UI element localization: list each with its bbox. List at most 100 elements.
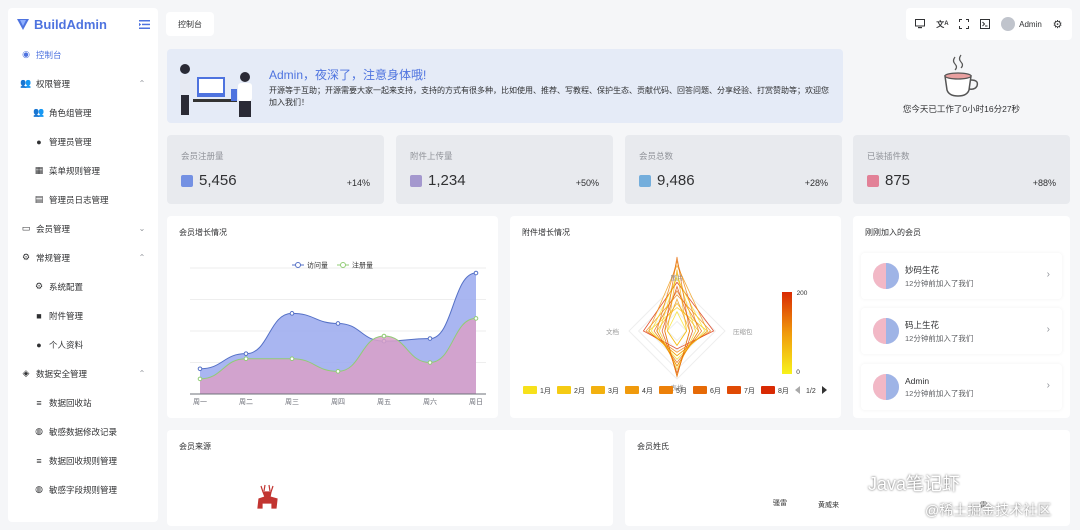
dashboard-icon: ◉	[22, 49, 30, 59]
sidebar-item-label: 会员管理	[36, 223, 71, 234]
user-icon: ●	[36, 339, 42, 350]
legend-marker	[591, 386, 605, 394]
stat-card: 附件上传量 1,234 +50%	[396, 135, 613, 204]
menu-collapse-icon[interactable]	[139, 19, 150, 29]
lock-icon: ◍	[35, 426, 43, 436]
sidebar-item-label: 敏感数据修改记录	[49, 426, 118, 437]
radar-ring	[637, 291, 717, 371]
settings-icon[interactable]: ⚙	[1053, 18, 1063, 31]
gear-icon: ⚙	[34, 281, 44, 291]
member-item[interactable]: 码上生花 12分钟前加入了我们 ›	[861, 308, 1062, 354]
users-icon	[639, 174, 651, 187]
data-point	[335, 369, 341, 374]
legend-next-icon	[822, 386, 827, 394]
grid-icon: ▦	[34, 165, 44, 175]
member-time: 12分钟前加入了我们	[905, 333, 974, 343]
sidebar-item-label: 附件管理	[49, 310, 84, 321]
stat-title: 会员总数	[639, 151, 674, 161]
data-point	[381, 333, 387, 339]
legend-label: 访问量	[307, 261, 328, 270]
group-icon: 👥	[33, 107, 45, 117]
sidebar-item[interactable]: ● 管理员管理	[8, 127, 158, 156]
lock-icon: ◍	[35, 484, 43, 494]
stat-card: 会员注册量 5,456 +14%	[167, 135, 384, 204]
logo[interactable]: BuildAdmin	[8, 8, 158, 40]
sidebar-item-label: 管理员日志管理	[49, 194, 109, 205]
member-time: 12分钟前加入了我们	[905, 388, 974, 398]
legend-label: 3月	[608, 387, 619, 395]
sidebar-item[interactable]: ≡ 数据回收规则管理	[8, 446, 158, 475]
legend-marker	[761, 386, 775, 394]
legend-marker	[557, 386, 571, 394]
monitor-icon[interactable]	[915, 19, 926, 29]
legend-label: 注册量	[352, 261, 373, 270]
sidebar-item-label: 权限管理	[36, 78, 71, 89]
deer-icon	[257, 484, 278, 509]
data-point	[473, 270, 479, 276]
stat-percent: +50%	[575, 178, 599, 188]
stat-percent: +14%	[346, 178, 370, 188]
sidebar: BuildAdmin ◉ 控制台 👥 权限管理 ⌃ 👥 角色组管理 ● 管理员管理 ▦ 菜单规则管理…	[8, 8, 158, 522]
stat-card: 已装插件数 875 +88%	[853, 135, 1070, 204]
username: Admin	[1019, 19, 1042, 29]
member-item[interactable]: Admin 12分钟前加入了我们 ›	[861, 364, 1062, 410]
sidebar-item[interactable]: ◉ 控制台	[8, 40, 158, 69]
sidebar-item-label: 敏感字段规则管理	[49, 484, 118, 495]
sidebar-item-label: 数据回收站	[49, 397, 92, 408]
sidebar-item[interactable]: ■ 附件管理	[8, 301, 158, 330]
member-source-title: 会员来源	[179, 442, 211, 451]
data-point	[243, 351, 249, 356]
plugin-icon	[867, 174, 879, 187]
visual-map-max: 200	[797, 290, 808, 297]
sidebar-item[interactable]: ◍ 敏感字段规则管理	[8, 475, 158, 504]
sidebar-item[interactable]: ▦ 菜单规则管理	[8, 156, 158, 185]
chevron-up-icon: ⌃	[138, 253, 146, 262]
terminal-icon[interactable]	[980, 19, 991, 29]
sidebar-item[interactable]: ▭ 会员管理 ⌄	[8, 214, 158, 243]
legend-marker	[523, 386, 537, 394]
x-tick-label: 周二	[239, 398, 253, 406]
tab-dashboard[interactable]: 控制台	[166, 12, 214, 36]
sidebar-item[interactable]: 👥 权限管理 ⌃	[8, 69, 158, 98]
x-tick-label: 周日	[469, 398, 483, 406]
translate-icon[interactable]: 文A	[936, 19, 948, 30]
legend-label: 8月	[778, 387, 789, 395]
fullscreen-icon[interactable]	[959, 19, 970, 29]
stat-title: 会员注册量	[181, 151, 224, 161]
data-point	[335, 321, 341, 326]
legend-label: 1月	[540, 387, 551, 395]
sidebar-item[interactable]: 👥 角色组管理	[8, 98, 158, 127]
file-icon	[410, 174, 422, 187]
user-icon: ●	[36, 136, 42, 147]
data-point	[197, 366, 203, 372]
legend-marker	[659, 386, 673, 394]
sidebar-item[interactable]: ⚙ 常规管理 ⌃	[8, 243, 158, 272]
sidebar-item[interactable]: ≡ 数据回收站	[8, 388, 158, 417]
attach-chart: 图片压缩包表格文档20001月 2月 3月 4月 5月 6月 7月 8月 1/2	[523, 256, 827, 395]
legend-label: 6月	[710, 387, 721, 395]
sidebar-item[interactable]: ◈ 数据安全管理 ⌃	[8, 359, 158, 388]
legend-label: 7月	[744, 387, 755, 395]
radar-indicator-label: 压缩包	[733, 327, 753, 336]
sidebar-menu: ◉ 控制台 👥 权限管理 ⌃ 👥 角色组管理 ● 管理员管理 ▦ 菜单规则管理 ▤ 管理员日志管理 ▭ 会员…	[8, 40, 158, 504]
user-menu[interactable]: Admin	[1001, 17, 1042, 31]
member-source-card: 会员来源	[167, 430, 613, 526]
sidebar-item[interactable]: ▤ 管理员日志管理	[8, 185, 158, 214]
member-name: Admin	[905, 375, 930, 386]
member-item[interactable]: 妙码生花 12分钟前加入了我们 ›	[861, 253, 1062, 299]
sidebar-item-label: 数据回收规则管理	[49, 455, 118, 466]
x-tick-label: 周五	[377, 398, 391, 406]
stat-value-row: 875	[867, 172, 910, 189]
welcome-title: Admin，夜深了，注意身体哦!	[269, 68, 427, 82]
watermark-line2: @稀土掘金技术社区	[925, 502, 1052, 518]
sidebar-item-label: 角色组管理	[49, 107, 92, 118]
id-card-icon: ▭	[21, 223, 31, 233]
cogs-icon: ⚙	[21, 252, 31, 262]
surname-word-1: 骚雷	[773, 500, 787, 507]
visual-map-min: 0	[796, 369, 800, 376]
sidebar-item[interactable]: ● 个人资料	[8, 330, 158, 359]
sidebar-item[interactable]: ⚙ 系统配置	[8, 272, 158, 301]
sidebar-item[interactable]: ◍ 敏感数据修改记录	[8, 417, 158, 446]
x-tick-label: 周三	[285, 398, 299, 406]
stat-percent: +28%	[804, 178, 828, 188]
